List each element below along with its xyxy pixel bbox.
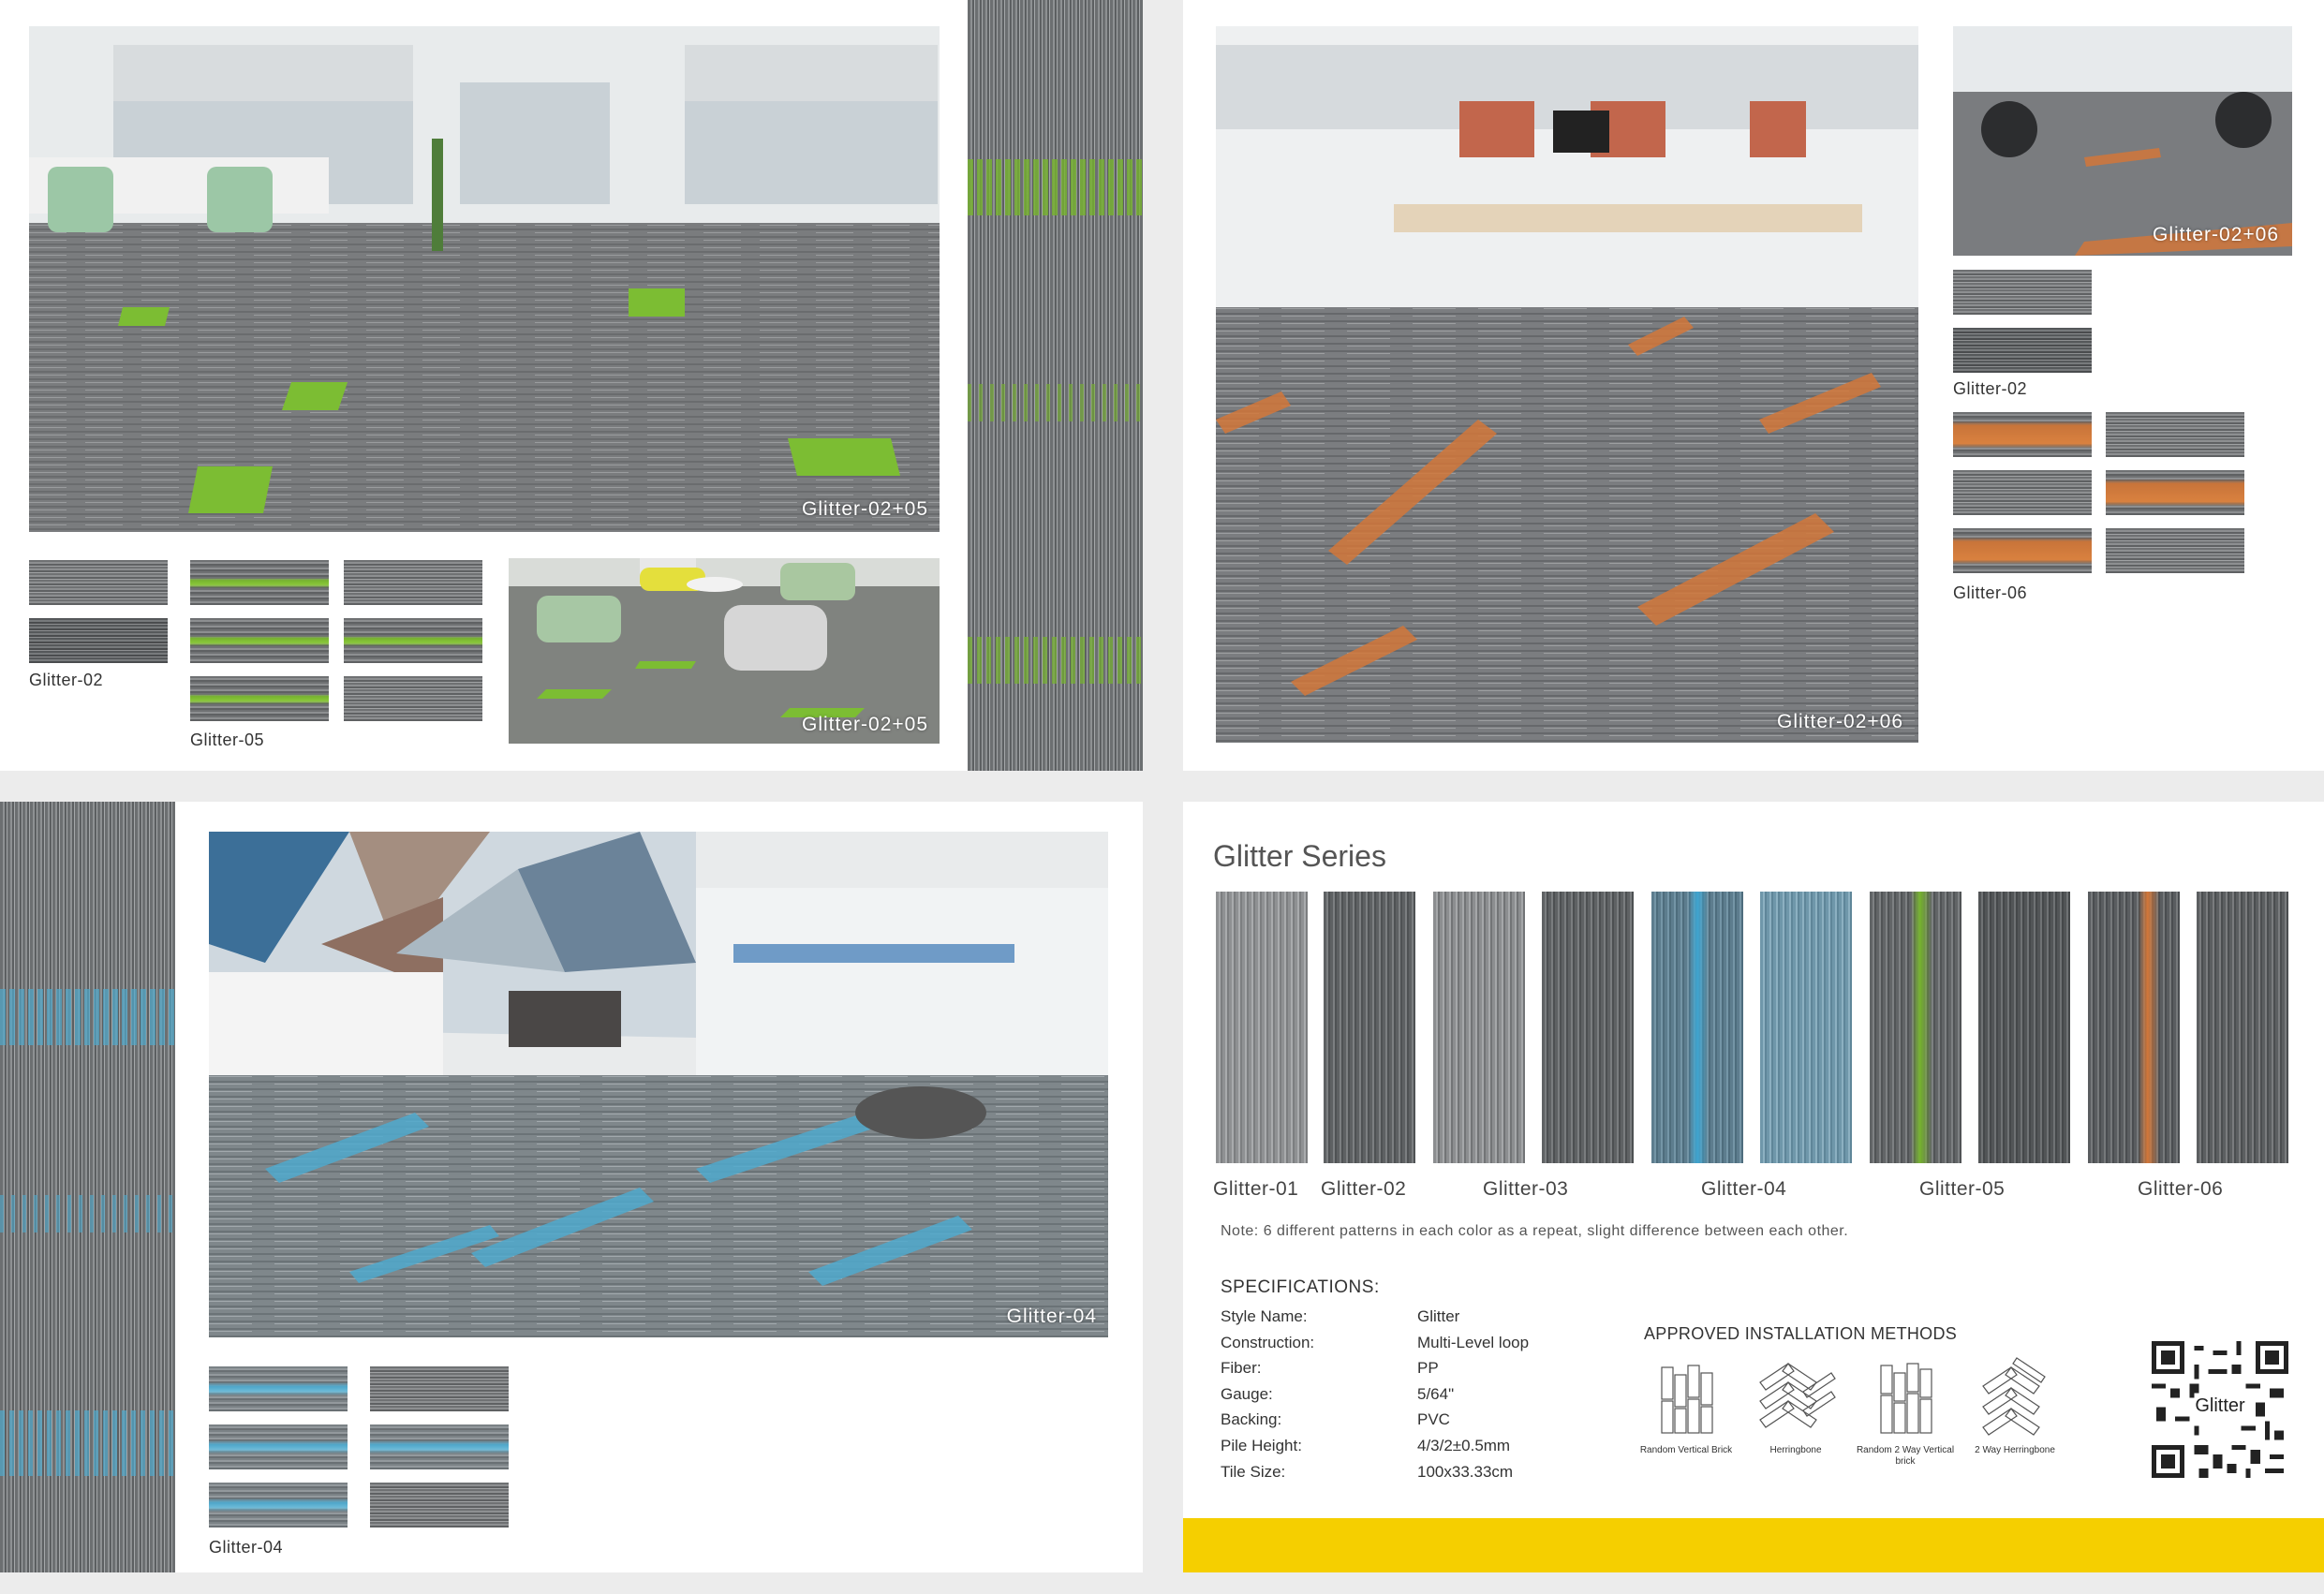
- herringbone-icon: [1759, 1363, 1836, 1428]
- spec-value: Multi-Level loop: [1417, 1334, 1530, 1351]
- qr-code: Glitter: [2152, 1341, 2288, 1478]
- swatch-glitter-05: [190, 676, 329, 721]
- carpet-sample-strip-green: [968, 0, 1143, 771]
- spec-list: Style Name: Glitter Construction: Multi-…: [1221, 1307, 1595, 1495]
- swatch-glitter-06: [2106, 412, 2244, 457]
- lobby-photo-04: Glitter-04: [209, 832, 1108, 1337]
- spec-key: Fiber:: [1221, 1359, 1262, 1377]
- spec-key: Pile Height:: [1221, 1437, 1302, 1454]
- swatch-glitter-04: [370, 1366, 509, 1411]
- series-title: Glitter Series: [1213, 839, 1386, 873]
- spec-value: 4/3/2±0.5mm: [1417, 1437, 1511, 1454]
- install-label: Random Vertical Brick: [1639, 1445, 1733, 1455]
- install-herringbone: Herringbone: [1744, 1354, 1847, 1456]
- 2-way-herringbone-icon: [1982, 1357, 2046, 1436]
- column-label-glitter-04: Glitter-04: [1701, 1178, 1787, 1200]
- tile-glitter-01: [1216, 892, 1308, 1163]
- swatch-glitter-05: [190, 618, 329, 663]
- column-label-glitter-06: Glitter-06: [2138, 1178, 2224, 1200]
- install-label: Random 2 Way Vertical brick: [1856, 1445, 1955, 1467]
- tile-glitter-04: [1651, 892, 1743, 1163]
- column-label-glitter-01: Glitter-01: [1213, 1178, 1299, 1200]
- random-2-way-vertical-brick-icon: [1880, 1363, 1932, 1434]
- tile-glitter-04: [1760, 892, 1852, 1163]
- swatch-glitter-04: [370, 1424, 509, 1469]
- lounge-photo-caption: Glitter-02+05: [802, 714, 928, 735]
- spec-value: 100x33.33cm: [1417, 1463, 1514, 1481]
- panel-glitter-series: Glitter Series Glitter-01 Glitter-02 Gli…: [1183, 802, 2324, 1572]
- swatch-glitter-05: [344, 618, 482, 663]
- panel-glitter-02-05: Glitter-02+05 Glitter-02 Glitter-05 Glit…: [0, 0, 1143, 771]
- tile-glitter-06: [2197, 892, 2288, 1163]
- install-2-way-herringbone: 2 Way Herringbone: [1963, 1354, 2066, 1456]
- swatch-label-glitter-04: Glitter-04: [209, 1538, 284, 1557]
- room-photo-02-06: Glitter-02+06: [1216, 26, 1918, 743]
- column-label-glitter-02: Glitter-02: [1321, 1178, 1407, 1200]
- spec-key: Style Name:: [1221, 1307, 1308, 1325]
- tile-glitter-03: [1433, 892, 1525, 1163]
- swatch-glitter-06: [1953, 528, 2092, 573]
- spec-value: 5/64": [1417, 1385, 1455, 1403]
- swatch-glitter-04: [370, 1483, 509, 1528]
- swatch-glitter-04: [209, 1424, 348, 1469]
- tile-glitter-02: [1324, 892, 1415, 1163]
- tile-glitter-03: [1542, 892, 1634, 1163]
- room-photo-caption: Glitter-02+05: [802, 498, 928, 520]
- lounge-photo-02-05: Glitter-02+05: [509, 558, 940, 744]
- column-label-glitter-05: Glitter-05: [1919, 1178, 2006, 1200]
- swatch-label-glitter-02: Glitter-02: [1953, 379, 2028, 398]
- spec-key: Tile Size:: [1221, 1463, 1286, 1481]
- spec-value: PP: [1417, 1359, 1439, 1377]
- qr-label: Glitter: [2195, 1395, 2245, 1416]
- spec-key: Construction:: [1221, 1334, 1315, 1351]
- panel-glitter-02-06: Glitter-02+06 Glitter-02+06 Glitter-02 G…: [1183, 0, 2324, 771]
- column-label-glitter-03: Glitter-03: [1483, 1178, 1569, 1200]
- swatch-glitter-06: [1953, 470, 2092, 515]
- spec-key: Gauge:: [1221, 1385, 1273, 1403]
- swatch-glitter-05: [344, 560, 482, 605]
- spec-key: Backing:: [1221, 1410, 1282, 1428]
- thumb-photo-caption: Glitter-02+06: [2153, 224, 2279, 245]
- swatch-label-glitter-06: Glitter-06: [1953, 583, 2028, 602]
- room-photo-02-05: Glitter-02+05: [29, 26, 940, 532]
- swatch-glitter-02: [1953, 328, 2092, 373]
- panel-glitter-04: Glitter-04 Glitter-04: [0, 802, 1143, 1572]
- swatch-glitter-02: [29, 560, 168, 605]
- swatch-label-glitter-02: Glitter-02: [29, 671, 104, 689]
- pattern-note: Note: 6 different patterns in each color…: [1221, 1223, 1849, 1239]
- lobby-photo-caption: Glitter-04: [1006, 1306, 1097, 1327]
- install-random-vertical-brick: Random Vertical Brick: [1635, 1362, 1738, 1456]
- swatch-glitter-05: [344, 676, 482, 721]
- spec-heading: SPECIFICATIONS:: [1221, 1277, 1380, 1297]
- install-random-2-way-vertical-brick: Random 2 Way Vertical brick: [1854, 1362, 1957, 1468]
- tile-glitter-05: [1978, 892, 2070, 1163]
- carpet-sample-strip-blue: [0, 802, 175, 1572]
- swatch-glitter-04: [209, 1366, 348, 1411]
- random-vertical-brick-icon: [1661, 1365, 1713, 1434]
- tile-glitter-06: [2088, 892, 2180, 1163]
- swatch-glitter-04: [209, 1483, 348, 1528]
- thumb-photo-02-06: Glitter-02+06: [1953, 26, 2292, 256]
- install-heading: APPROVED INSTALLATION METHODS: [1644, 1324, 1958, 1343]
- swatch-glitter-06: [2106, 528, 2244, 573]
- swatch-label-glitter-05: Glitter-05: [190, 731, 265, 749]
- swatch-glitter-02: [29, 618, 168, 663]
- footer-accent-bar: [1183, 1518, 2324, 1572]
- room-photo-caption: Glitter-02+06: [1777, 711, 1903, 732]
- spec-value: Glitter: [1417, 1307, 1460, 1325]
- tile-glitter-05: [1870, 892, 1961, 1163]
- swatch-glitter-06: [1953, 412, 2092, 457]
- install-label: Herringbone: [1769, 1445, 1822, 1455]
- swatch-glitter-02: [1953, 270, 2092, 315]
- spec-value: PVC: [1417, 1410, 1450, 1428]
- swatch-glitter-05: [190, 560, 329, 605]
- install-label: 2 Way Herringbone: [1975, 1445, 2055, 1455]
- swatch-glitter-06: [2106, 470, 2244, 515]
